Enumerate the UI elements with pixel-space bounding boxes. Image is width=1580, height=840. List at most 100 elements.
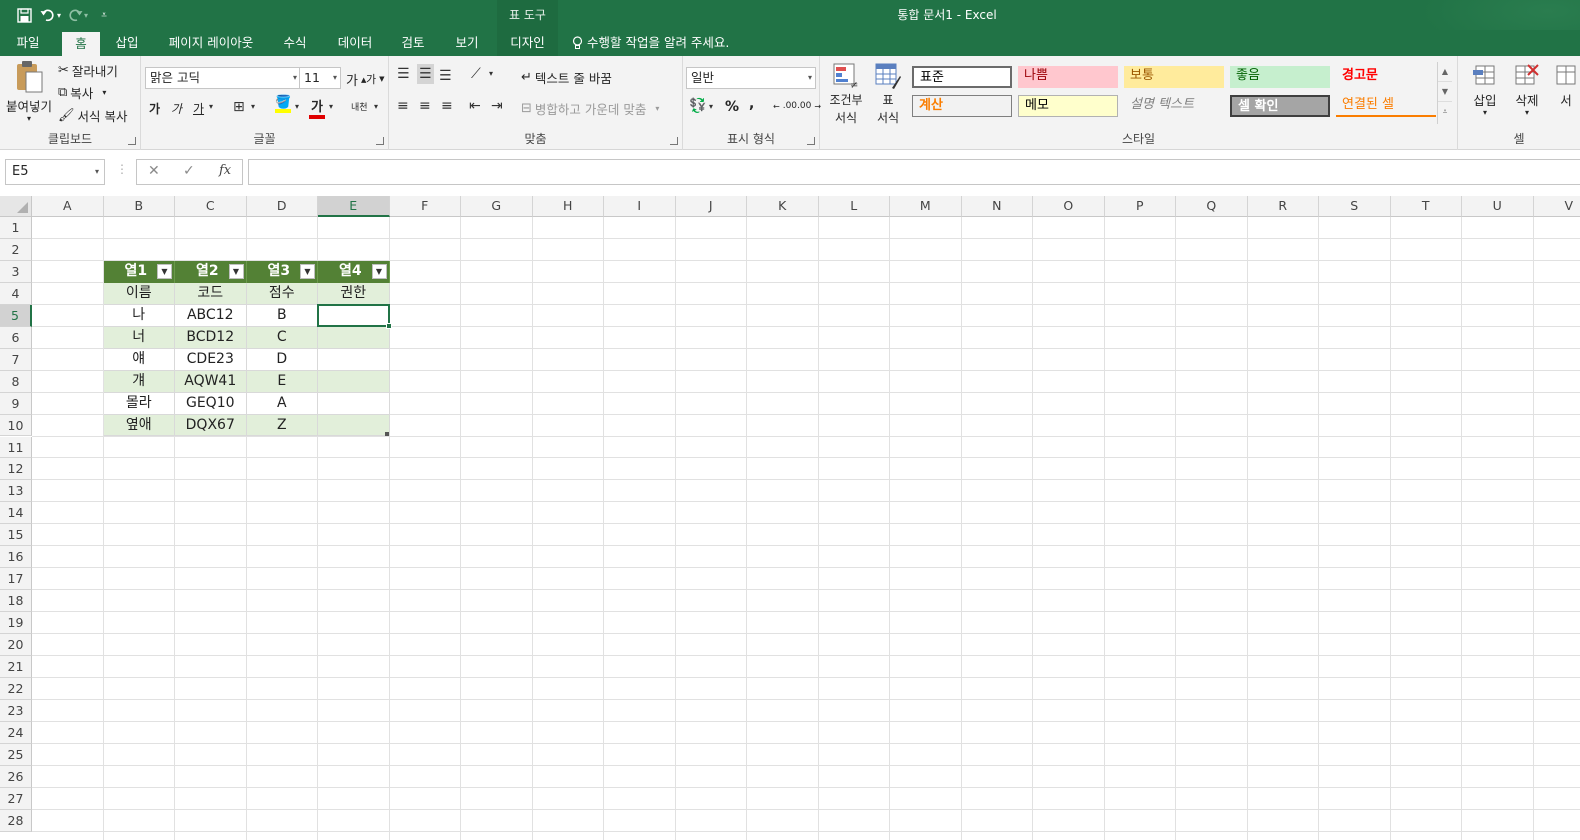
- tab-page-layout[interactable]: 페이지 레이아웃: [160, 30, 262, 56]
- row-header-26[interactable]: 26: [0, 765, 32, 788]
- underline-button[interactable]: 가: [193, 100, 204, 117]
- increase-decimal-button[interactable]: ← .00: [773, 101, 797, 111]
- table-cell[interactable]: BCD12: [175, 326, 247, 349]
- copy-dropdown-icon[interactable]: ▾: [102, 88, 106, 97]
- copy-button[interactable]: ⧉ 복사 ▾: [58, 83, 106, 102]
- tab-design[interactable]: 디자인: [500, 30, 555, 56]
- borders-icon[interactable]: ⊞: [233, 99, 245, 115]
- tab-view[interactable]: 보기: [446, 30, 488, 56]
- gallery-up-icon[interactable]: ▲: [1438, 62, 1452, 82]
- fill-handle[interactable]: [385, 322, 392, 329]
- customize-qat-icon[interactable]: ⩡: [94, 4, 114, 26]
- font-color-dropdown-icon[interactable]: ▾: [329, 102, 333, 111]
- table-cell[interactable]: CDE23: [175, 348, 247, 371]
- column-header-a[interactable]: A: [32, 196, 104, 217]
- style-note[interactable]: 메모: [1018, 95, 1118, 117]
- gallery-down-icon[interactable]: ▼: [1438, 82, 1452, 102]
- formula-bar-splitter[interactable]: ⋮: [116, 162, 128, 176]
- table-cell[interactable]: [318, 414, 390, 437]
- delete-cells-dropdown-icon[interactable]: ▾: [1525, 108, 1529, 117]
- table-cell[interactable]: 점수: [246, 282, 318, 305]
- filter-dropdown-icon[interactable]: ▼: [157, 264, 172, 280]
- table-cell[interactable]: D: [246, 348, 318, 371]
- table-cell[interactable]: [318, 326, 390, 349]
- row-header-6[interactable]: 6: [0, 326, 32, 349]
- name-box-dropdown-icon[interactable]: ▾: [95, 160, 99, 184]
- name-box[interactable]: E5 ▾: [5, 159, 105, 185]
- row-header-10[interactable]: 10: [0, 414, 32, 437]
- style-normal[interactable]: 표준: [912, 66, 1012, 88]
- column-header-j[interactable]: J: [675, 196, 747, 217]
- tab-file[interactable]: 파일: [8, 30, 48, 56]
- wrap-text-button[interactable]: ↵ 텍스트 줄 바꿈: [521, 68, 612, 87]
- column-header-n[interactable]: N: [961, 196, 1033, 217]
- table-cell[interactable]: [318, 370, 390, 393]
- column-header-o[interactable]: O: [1033, 196, 1105, 217]
- clipboard-launcher-icon[interactable]: [128, 137, 136, 145]
- table-cell[interactable]: GEQ10: [175, 392, 247, 415]
- worksheet-grid[interactable]: ABCDEFGHIJKLMNOPQRSTUV 1 2 3 4 5 6 7 8 9 10 11 12 13…: [0, 196, 1580, 840]
- italic-button[interactable]: 가: [171, 100, 182, 117]
- table-cell[interactable]: DQX67: [175, 414, 247, 437]
- column-header-d[interactable]: D: [246, 196, 318, 217]
- row-header-24[interactable]: 24: [0, 721, 32, 744]
- row-header-23[interactable]: 23: [0, 699, 32, 722]
- table-cell[interactable]: 옆애: [103, 414, 175, 437]
- undo-icon[interactable]: ▾: [40, 4, 61, 26]
- column-header-k[interactable]: K: [747, 196, 819, 217]
- row-header-2[interactable]: 2: [0, 238, 32, 261]
- paste-button[interactable]: 붙여넣기 ▾: [4, 60, 54, 123]
- filter-dropdown-icon[interactable]: ▼: [300, 264, 315, 280]
- insert-function-icon[interactable]: fx: [219, 163, 231, 178]
- row-header-12[interactable]: 12: [0, 458, 32, 481]
- column-header-l[interactable]: L: [818, 196, 890, 217]
- table-cell[interactable]: 이름: [103, 282, 175, 305]
- column-header-s[interactable]: S: [1319, 196, 1391, 217]
- row-header-7[interactable]: 7: [0, 348, 32, 371]
- style-good[interactable]: 좋음: [1230, 66, 1330, 88]
- merge-center-dropdown-icon[interactable]: ▾: [655, 104, 659, 113]
- phonetic-button[interactable]: 내천: [351, 100, 368, 113]
- style-explanatory[interactable]: 설명 텍스트: [1124, 95, 1224, 117]
- merge-center-button[interactable]: ⊟ 병합하고 가운데 맞춤 ▾: [521, 99, 659, 118]
- redo-icon[interactable]: ▾: [67, 4, 88, 26]
- row-header-18[interactable]: 18: [0, 590, 32, 613]
- table-cell[interactable]: B: [246, 304, 318, 327]
- cut-button[interactable]: ✂ 잘라내기: [58, 61, 118, 80]
- tab-review[interactable]: 검토: [392, 30, 434, 56]
- row-header-17[interactable]: 17: [0, 568, 32, 591]
- column-header-v[interactable]: V: [1533, 196, 1580, 217]
- table-cell[interactable]: [318, 348, 390, 371]
- number-format-dropdown-icon[interactable]: ▾: [808, 68, 812, 88]
- save-icon[interactable]: [14, 4, 34, 26]
- column-header-t[interactable]: T: [1390, 196, 1462, 217]
- tab-home[interactable]: 홈: [62, 32, 100, 56]
- bold-button[interactable]: 가: [149, 100, 160, 117]
- table-cell[interactable]: 코드: [175, 282, 247, 305]
- align-top-icon[interactable]: ☰: [397, 66, 410, 82]
- undo-dropdown-icon[interactable]: ▾: [57, 11, 61, 20]
- table-cell[interactable]: 나: [103, 304, 175, 327]
- table-cell[interactable]: 얘: [103, 348, 175, 371]
- conditional-formatting-button[interactable]: ≠ 조건부 서식: [826, 62, 866, 126]
- gallery-more-icon[interactable]: ⩡: [1438, 102, 1452, 122]
- borders-dropdown-icon[interactable]: ▾: [251, 102, 255, 111]
- orientation-icon[interactable]: ⟋: [471, 66, 481, 82]
- table-cell[interactable]: AQW41: [175, 370, 247, 393]
- style-warning[interactable]: 경고문: [1336, 66, 1436, 88]
- column-header-b[interactable]: B: [103, 196, 175, 217]
- redo-dropdown-icon[interactable]: ▾: [84, 11, 88, 20]
- table-cell[interactable]: 권한: [318, 282, 390, 305]
- decrease-indent-icon[interactable]: ⇤: [469, 98, 481, 114]
- column-header-e[interactable]: E: [318, 196, 390, 217]
- table-cell[interactable]: 걔: [103, 370, 175, 393]
- percent-button[interactable]: %: [725, 99, 739, 115]
- active-cell-selection[interactable]: [317, 303, 390, 327]
- table-cell[interactable]: A: [246, 392, 318, 415]
- style-check-cell[interactable]: 셀 확인: [1230, 95, 1330, 117]
- row-header-11[interactable]: 11: [0, 436, 32, 459]
- column-header-c[interactable]: C: [175, 196, 247, 217]
- fill-color-button[interactable]: 🪣: [275, 96, 291, 113]
- align-right-icon[interactable]: ≡: [441, 98, 453, 114]
- insert-cells-dropdown-icon[interactable]: ▾: [1483, 108, 1487, 117]
